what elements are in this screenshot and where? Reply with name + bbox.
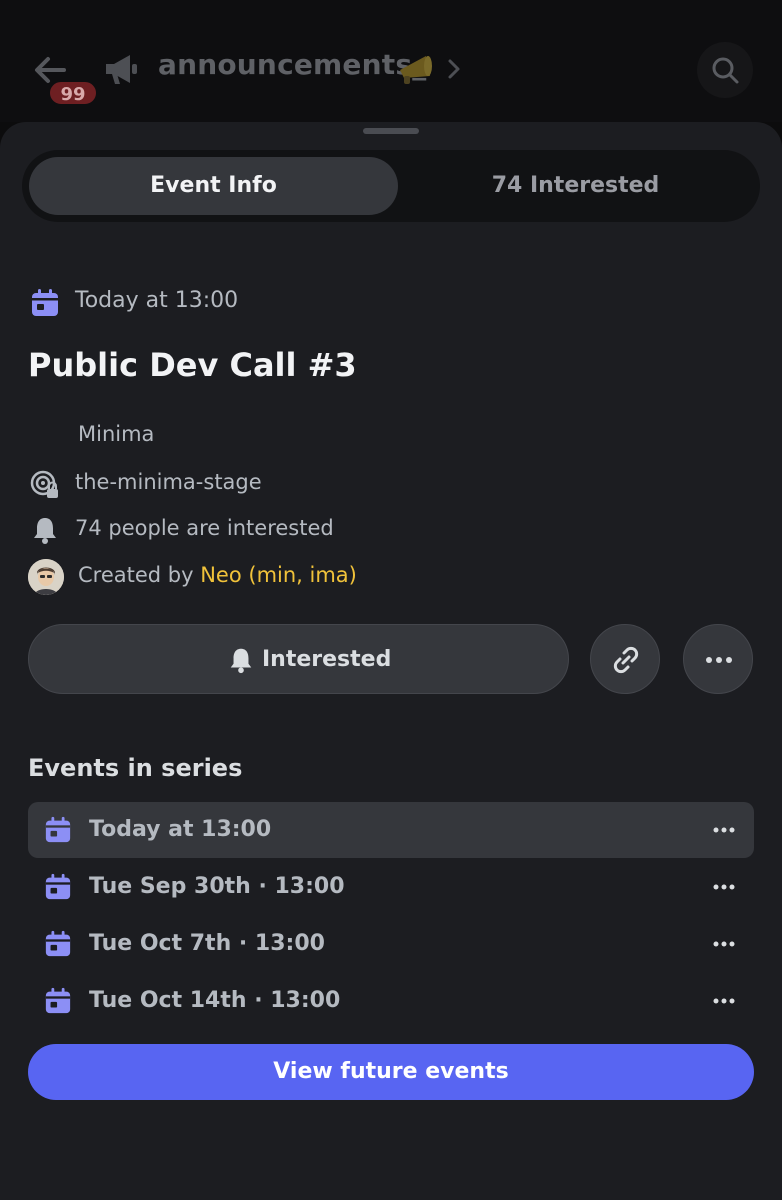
series-event-label: Tue Oct 14th · 13:00	[89, 988, 341, 1013]
channel-header: 99 announcements_	[0, 0, 782, 122]
series-event-label: Today at 13:00	[89, 817, 272, 842]
series-event-label: Tue Oct 7th · 13:00	[89, 931, 325, 956]
series-event-row[interactable]: Tue Sep 30th · 13:00	[28, 859, 754, 915]
stage-channel-icon	[30, 470, 58, 498]
bell-icon	[34, 518, 56, 544]
event-details-sheet: Event Info 74 Interested Today at 13:00 …	[0, 122, 782, 1200]
more-horizontal-icon[interactable]	[713, 993, 735, 1009]
interested-button-label: Interested	[262, 647, 392, 672]
bell-icon	[230, 648, 252, 674]
channel-name[interactable]: announcements_	[158, 48, 426, 81]
search-button[interactable]	[697, 42, 753, 98]
link-icon	[613, 646, 639, 674]
series-event-row[interactable]: Tue Oct 7th · 13:00	[28, 916, 754, 972]
calendar-icon	[32, 289, 58, 316]
creator-avatar[interactable]	[28, 559, 64, 595]
event-title: Public Dev Call #3	[28, 346, 357, 384]
more-horizontal-icon[interactable]	[713, 879, 735, 895]
more-options-button[interactable]	[683, 624, 753, 694]
interested-button[interactable]: Interested	[28, 624, 569, 694]
more-horizontal-icon[interactable]	[713, 936, 735, 952]
event-date: Today at 13:00	[75, 288, 239, 313]
created-by-line: Created by Neo (min, ima)	[78, 563, 357, 587]
creator-name[interactable]: Neo (min, ima)	[200, 563, 357, 587]
calendar-icon	[45, 987, 71, 1014]
tab-bar: Event Info 74 Interested	[22, 150, 760, 222]
sheet-drag-handle[interactable]	[363, 128, 419, 134]
more-horizontal-icon	[706, 657, 732, 663]
megaphone-emoji-icon	[400, 56, 432, 84]
tab-interested[interactable]: 74 Interested	[398, 157, 753, 215]
series-event-row[interactable]: Tue Oct 14th · 13:00	[28, 973, 754, 1029]
avatar-illustration	[28, 559, 64, 595]
search-icon	[712, 57, 739, 84]
unread-badge: 99	[48, 80, 98, 106]
megaphone-icon	[106, 55, 137, 84]
calendar-icon	[45, 816, 71, 843]
series-heading: Events in series	[28, 754, 243, 782]
tab-event-info[interactable]: Event Info	[29, 157, 398, 215]
event-channel[interactable]: the-minima-stage	[75, 470, 262, 494]
series-event-label: Tue Sep 30th · 13:00	[89, 874, 345, 899]
server-name: Minima	[78, 422, 155, 446]
chevron-right-icon[interactable]	[446, 58, 462, 80]
interested-count: 74 people are interested	[75, 516, 334, 540]
calendar-icon	[45, 930, 71, 957]
view-future-events-button[interactable]: View future events	[28, 1044, 754, 1100]
calendar-icon	[45, 873, 71, 900]
more-horizontal-icon[interactable]	[713, 822, 735, 838]
copy-link-button[interactable]	[590, 624, 660, 694]
created-by-label: Created by	[78, 563, 201, 587]
series-event-row[interactable]: Today at 13:00	[28, 802, 754, 858]
